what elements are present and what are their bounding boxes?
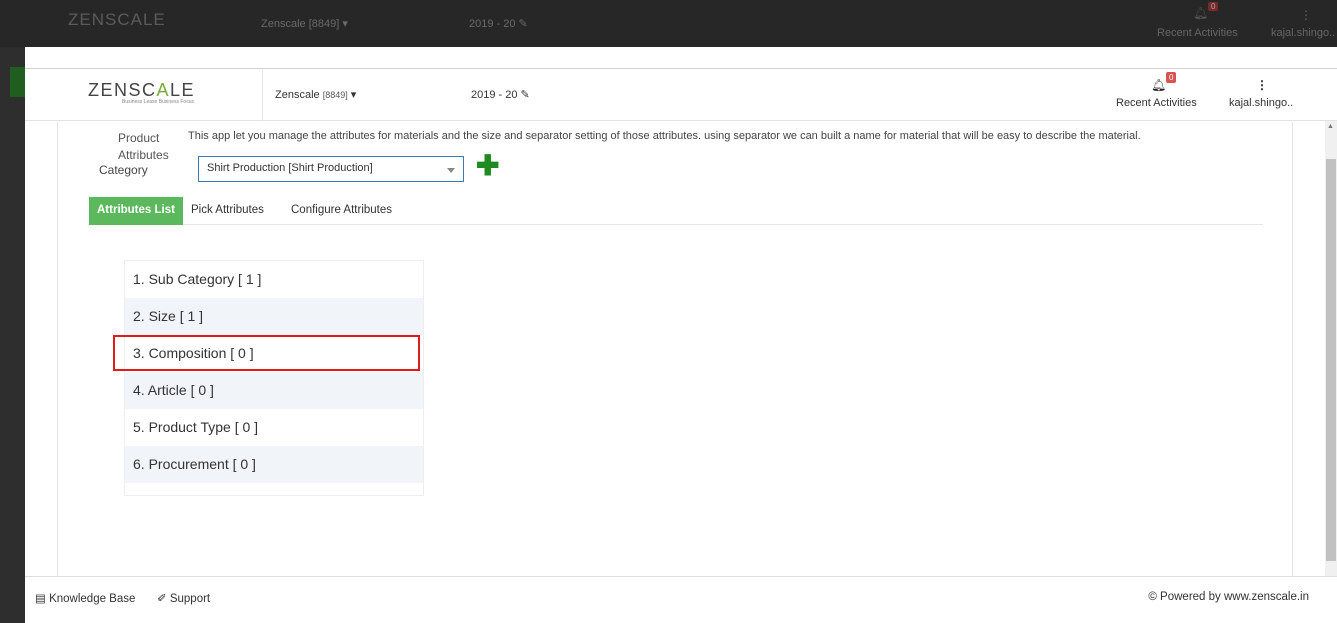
tab-attributes-list[interactable]: Attributes List xyxy=(89,197,183,225)
user-menu[interactable]: kajal.shingo.. xyxy=(1229,97,1293,109)
zenscale-logo[interactable]: ZENSCALE xyxy=(88,80,195,101)
background-bell-icon: 🔔︎ xyxy=(1193,6,1209,20)
list-item[interactable]: 4. Article [ 0 ] xyxy=(125,372,423,409)
attribute-tabs: Attributes List Pick Attributes Configur… xyxy=(89,197,1263,225)
support-link[interactable]: ✐ Support xyxy=(157,591,210,605)
selection-highlight xyxy=(113,335,420,371)
list-item[interactable]: 6. Procurement [ 0 ] xyxy=(125,446,423,483)
modal-top-strip xyxy=(25,47,1337,69)
app-description: This app let you manage the attributes f… xyxy=(188,130,1141,142)
tab-configure-attributes[interactable]: Configure Attributes xyxy=(283,197,400,225)
background-header: ZENSCALE Zenscale [8849] ▾ 2019 - 20 ✎ 🔔… xyxy=(0,0,1337,47)
chevron-down-icon: ▾ xyxy=(350,89,357,101)
add-category-icon[interactable]: ✚ xyxy=(476,152,499,180)
list-item[interactable]: 1. Sub Category [ 1 ] xyxy=(125,261,423,298)
logo-tagline: Business Lease Business Focus xyxy=(122,99,194,105)
background-year: 2019 - 20 ✎ xyxy=(469,18,528,30)
dropdown-caret-icon xyxy=(447,168,455,173)
financial-year[interactable]: 2019 - 20 ✎ xyxy=(471,88,530,101)
list-item[interactable]: 2. Size [ 1 ] xyxy=(125,298,423,335)
tab-pick-attributes[interactable]: Pick Attributes xyxy=(183,197,272,225)
content-panel: Product Attributes This app let you mana… xyxy=(57,122,1293,577)
category-label: Category xyxy=(99,163,148,177)
logo-container: ZENSCALE Business Lease Business Focus xyxy=(25,70,263,121)
notification-badge: 0 xyxy=(1166,72,1177,83)
edit-icon[interactable]: ✎ xyxy=(521,89,530,101)
background-recent-activities: Recent Activities xyxy=(1157,27,1238,39)
background-side-element xyxy=(10,67,26,97)
powered-by[interactable]: © Powered by www.zenscale.in xyxy=(1148,591,1309,603)
background-user-name: kajal.shingo.. xyxy=(1271,27,1336,39)
knowledge-base-link[interactable]: ▤ Knowledge Base xyxy=(35,591,135,605)
scroll-up-icon[interactable]: ▲ xyxy=(1327,123,1334,130)
background-more-icon: ⋮ xyxy=(1300,8,1312,22)
background-logo: ZENSCALE xyxy=(68,10,166,29)
scrollbar-thumb[interactable] xyxy=(1326,159,1336,561)
category-select[interactable]: Shirt Production [Shirt Production] xyxy=(198,156,464,182)
support-icon: ✐ xyxy=(157,593,167,605)
app-header: ZENSCALE Business Lease Business Focus Z… xyxy=(25,70,1337,121)
recent-activities-link[interactable]: Recent Activities xyxy=(1116,97,1197,109)
background-company: Zenscale [8849] ▾ xyxy=(261,18,348,30)
company-selector[interactable]: Zenscale [8849] ▾ xyxy=(275,88,356,101)
bell-icon[interactable]: 🔔︎ xyxy=(1151,78,1166,92)
app-footer: ▤ Knowledge Base ✐ Support © Powered by … xyxy=(25,576,1337,616)
more-options-icon[interactable]: ⋮ xyxy=(1256,78,1268,92)
product-attributes-label: Product Attributes xyxy=(118,131,169,162)
book-icon: ▤ xyxy=(35,593,46,605)
app-modal: ZENSCALE Business Lease Business Focus Z… xyxy=(25,47,1337,623)
attributes-list: 1. Sub Category [ 1 ] 2. Size [ 1 ] 3. C… xyxy=(124,260,424,496)
background-notification-badge: 0 xyxy=(1208,2,1219,11)
list-item[interactable]: 5. Product Type [ 0 ] xyxy=(125,409,423,446)
